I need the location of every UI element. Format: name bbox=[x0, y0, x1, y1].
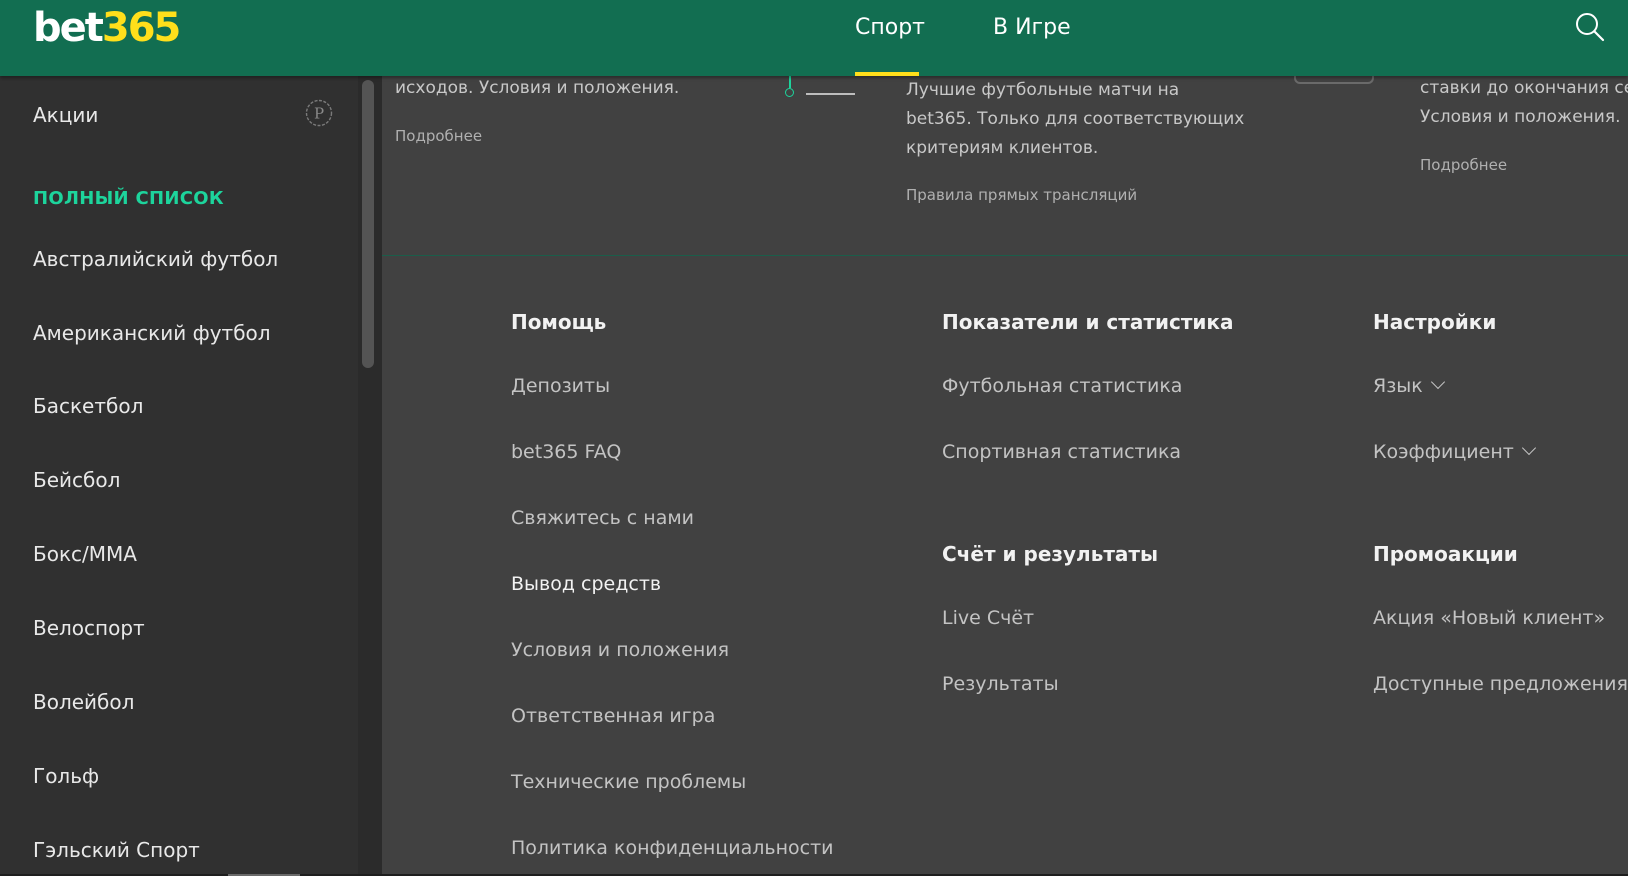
footer-link-available-offers[interactable]: Доступные предложения bbox=[1373, 673, 1628, 695]
footer-link-technical-issues[interactable]: Технические проблемы bbox=[511, 771, 746, 793]
footer-link-responsible-gaming[interactable]: Ответственная игра bbox=[511, 705, 715, 727]
promo1-more-link[interactable]: Подробнее bbox=[395, 127, 482, 145]
footer-link-football-stats[interactable]: Футбольная статистика bbox=[942, 375, 1182, 397]
chevron-down-icon bbox=[1430, 374, 1445, 390]
footer-link-contact[interactable]: Свяжитесь с нами bbox=[511, 507, 694, 529]
search-icon bbox=[1576, 13, 1605, 42]
logo-text-365: 365 bbox=[101, 5, 181, 51]
bet365-logo[interactable]: bet365 bbox=[33, 4, 181, 52]
chevron-down-icon bbox=[1521, 440, 1536, 456]
sidebar-item-gaelic-sports[interactable]: Гэльский Спорт bbox=[33, 838, 200, 862]
footer-link-withdrawals[interactable]: Вывод средств bbox=[511, 573, 661, 595]
footer-help-title: Помощь bbox=[511, 310, 607, 334]
language-label: Язык bbox=[1373, 375, 1423, 397]
promo2-text-line2: bet365. Только для соответствующих bbox=[906, 109, 1245, 129]
top-header: bet365 Спорт В Игре bbox=[0, 0, 1628, 76]
footer-link-results[interactable]: Результаты bbox=[942, 673, 1059, 695]
stream-graphic-line bbox=[806, 93, 855, 95]
promo3-text-line2: Условия и положения. bbox=[1420, 107, 1621, 127]
odds-format-dropdown[interactable]: Коэффициент bbox=[1373, 440, 1536, 463]
sidebar-item-basketball[interactable]: Баскетбол bbox=[33, 394, 143, 418]
promo2-stream-rules-link[interactable]: Правила прямых трансляций bbox=[906, 186, 1137, 204]
svg-text:P: P bbox=[314, 105, 324, 123]
promo2-text-line1: Лучшие футбольные матчи на bbox=[906, 80, 1180, 100]
footer-link-live-score[interactable]: Live Счёт bbox=[942, 607, 1034, 629]
sidebar-item-baseball[interactable]: Бейсбол bbox=[33, 468, 120, 492]
sidebar-item-volleyball[interactable]: Волейбол bbox=[33, 690, 134, 714]
promo-card-edge bbox=[1294, 76, 1374, 84]
promo-p-icon: P bbox=[304, 98, 334, 128]
tab-in-play[interactable]: В Игре bbox=[993, 0, 1071, 76]
footer-link-new-customer-offer[interactable]: Акция «Новый клиент» bbox=[1373, 607, 1605, 629]
promo3-text-line1: ставки до окончания се bbox=[1420, 78, 1628, 98]
main-content: исходов. Условия и положения. Подробнее … bbox=[382, 76, 1628, 876]
footer-link-faq[interactable]: bet365 FAQ bbox=[511, 441, 621, 463]
footer-scores-title: Счёт и результаты bbox=[942, 542, 1159, 566]
footer-link-privacy[interactable]: Политика конфиденциальности bbox=[511, 837, 834, 859]
sidebar-item-american-football[interactable]: Американский футбол bbox=[33, 321, 271, 345]
language-dropdown[interactable]: Язык bbox=[1373, 374, 1445, 397]
sidebar-section-title: ПОЛНЫЙ СПИСОК bbox=[33, 188, 224, 209]
odds-label: Коэффициент bbox=[1373, 441, 1514, 463]
logo-text-bet: bet bbox=[33, 5, 104, 51]
sidebar-scrollbar-thumb[interactable] bbox=[362, 80, 374, 368]
footer-link-deposits[interactable]: Депозиты bbox=[511, 375, 610, 397]
footer-link-terms[interactable]: Условия и положения bbox=[511, 639, 729, 661]
promo3-more-link[interactable]: Подробнее bbox=[1420, 156, 1507, 174]
sidebar-item-promotions[interactable]: Акции bbox=[33, 103, 98, 127]
sidebar-item-golf[interactable]: Гольф bbox=[33, 764, 99, 788]
footer-stats-title: Показатели и статистика bbox=[942, 310, 1234, 334]
promo2-text-line3: критериям клиентов. bbox=[906, 138, 1099, 158]
footer-link-sport-stats[interactable]: Спортивная статистика bbox=[942, 441, 1181, 463]
sports-sidebar: Акции P ПОЛНЫЙ СПИСОК Австралийский футб… bbox=[0, 76, 358, 876]
sidebar-item-australian-football[interactable]: Австралийский футбол bbox=[33, 247, 278, 271]
section-divider bbox=[382, 255, 1628, 256]
sidebar-item-boxing-mma[interactable]: Бокс/ММА bbox=[33, 542, 137, 566]
sidebar-item-cycling[interactable]: Велоспорт bbox=[33, 616, 145, 640]
stream-graphic-stem bbox=[789, 76, 791, 88]
footer-settings-title: Настройки bbox=[1373, 310, 1497, 334]
stream-graphic-dot bbox=[785, 88, 794, 97]
search-button[interactable] bbox=[1573, 10, 1609, 46]
footer-promotions-title: Промоакции bbox=[1373, 542, 1518, 566]
tab-sport[interactable]: Спорт bbox=[855, 0, 925, 76]
promo1-text: исходов. Условия и положения. bbox=[395, 78, 680, 98]
